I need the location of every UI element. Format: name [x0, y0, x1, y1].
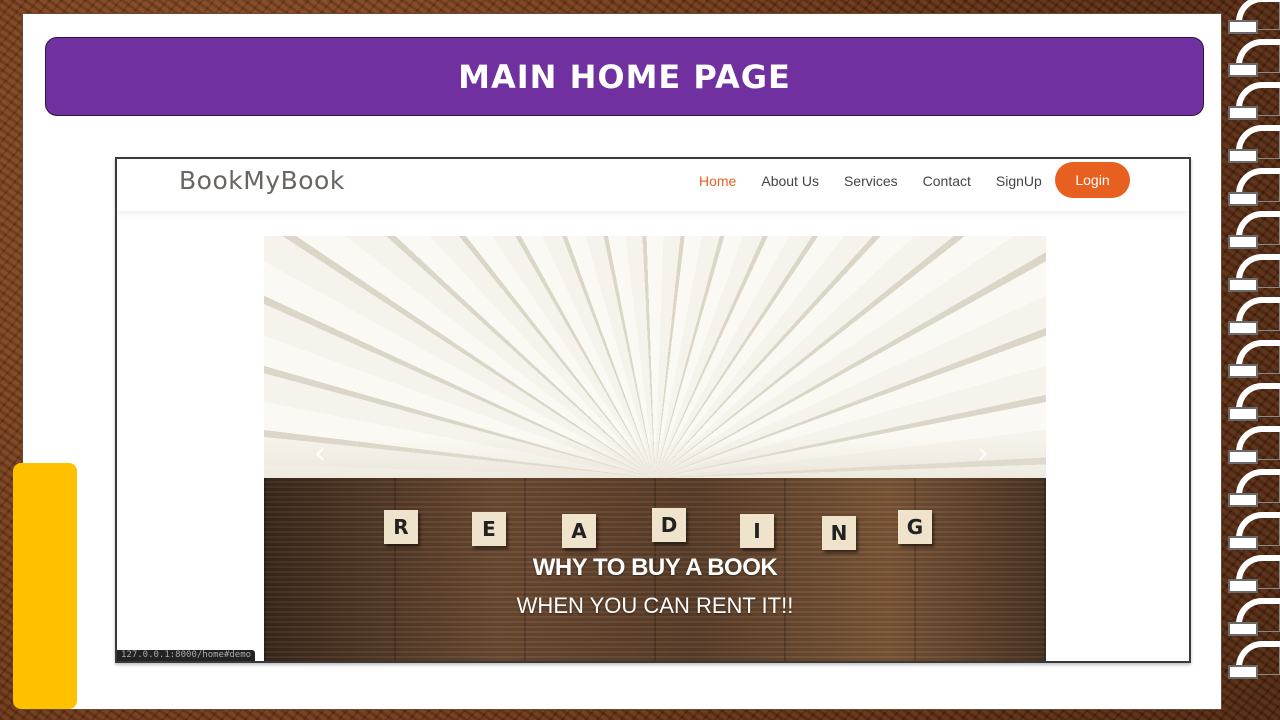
hero-headline: WHY TO BUY A BOOK	[532, 554, 778, 581]
letter-tile: E	[472, 512, 506, 546]
nav-menu: Home About Us Services Contact SignUp	[699, 172, 1067, 190]
nav-link-signup[interactable]: SignUp	[996, 172, 1042, 190]
nav-link-services[interactable]: Services	[844, 172, 898, 190]
letter-tile: I	[740, 514, 774, 548]
letter-tile: D	[652, 508, 686, 542]
book-pages-image	[264, 236, 1046, 481]
spiral-ring	[1220, 383, 1280, 427]
slide-title: MAIN HOME PAGE	[458, 57, 791, 96]
spiral-binding	[1220, 0, 1280, 720]
nav-link-contact[interactable]: Contact	[923, 172, 971, 190]
spiral-ring	[1220, 426, 1280, 470]
spiral-ring	[1220, 641, 1280, 685]
spiral-ring	[1220, 555, 1280, 599]
letter-tile: N	[822, 516, 856, 550]
spiral-ring	[1220, 125, 1280, 169]
spiral-ring	[1220, 297, 1280, 341]
spiral-ring	[1220, 512, 1280, 556]
yellow-side-tab	[13, 463, 77, 709]
letter-tile: A	[562, 514, 596, 548]
spiral-ring	[1220, 469, 1280, 513]
letter-tile: G	[898, 510, 932, 544]
spiral-ring	[1220, 0, 1280, 40]
hero-carousel: R E A D I N G WHY TO BUY A BOOK WHEN YOU…	[264, 236, 1046, 661]
spiral-ring	[1220, 598, 1280, 642]
spiral-ring	[1220, 211, 1280, 255]
chevron-left-icon[interactable]: ‹	[314, 436, 326, 471]
spiral-ring	[1220, 254, 1280, 298]
nav-link-home[interactable]: Home	[699, 172, 736, 190]
nav-link-about-us[interactable]: About Us	[761, 172, 819, 190]
spiral-ring	[1220, 82, 1280, 126]
spiral-ring	[1220, 39, 1280, 83]
website-screenshot: BookMyBook Home About Us Services Contac…	[115, 157, 1191, 663]
spiral-ring	[1220, 340, 1280, 384]
chevron-right-icon[interactable]: ›	[977, 436, 989, 471]
letter-tile: R	[384, 510, 418, 544]
reading-tiles: R E A D I N G	[384, 506, 944, 552]
site-navbar: BookMyBook Home About Us Services Contac…	[117, 159, 1189, 211]
hero-subheadline: WHEN YOU CAN RENT IT!!	[516, 593, 794, 618]
spiral-ring	[1220, 168, 1280, 212]
site-brand-logo[interactable]: BookMyBook	[179, 166, 345, 195]
slide-title-bar: MAIN HOME PAGE	[45, 37, 1204, 116]
login-button[interactable]: Login	[1055, 162, 1130, 198]
browser-status-url: 127.0.0.1:8000/home#demo	[117, 650, 256, 661]
